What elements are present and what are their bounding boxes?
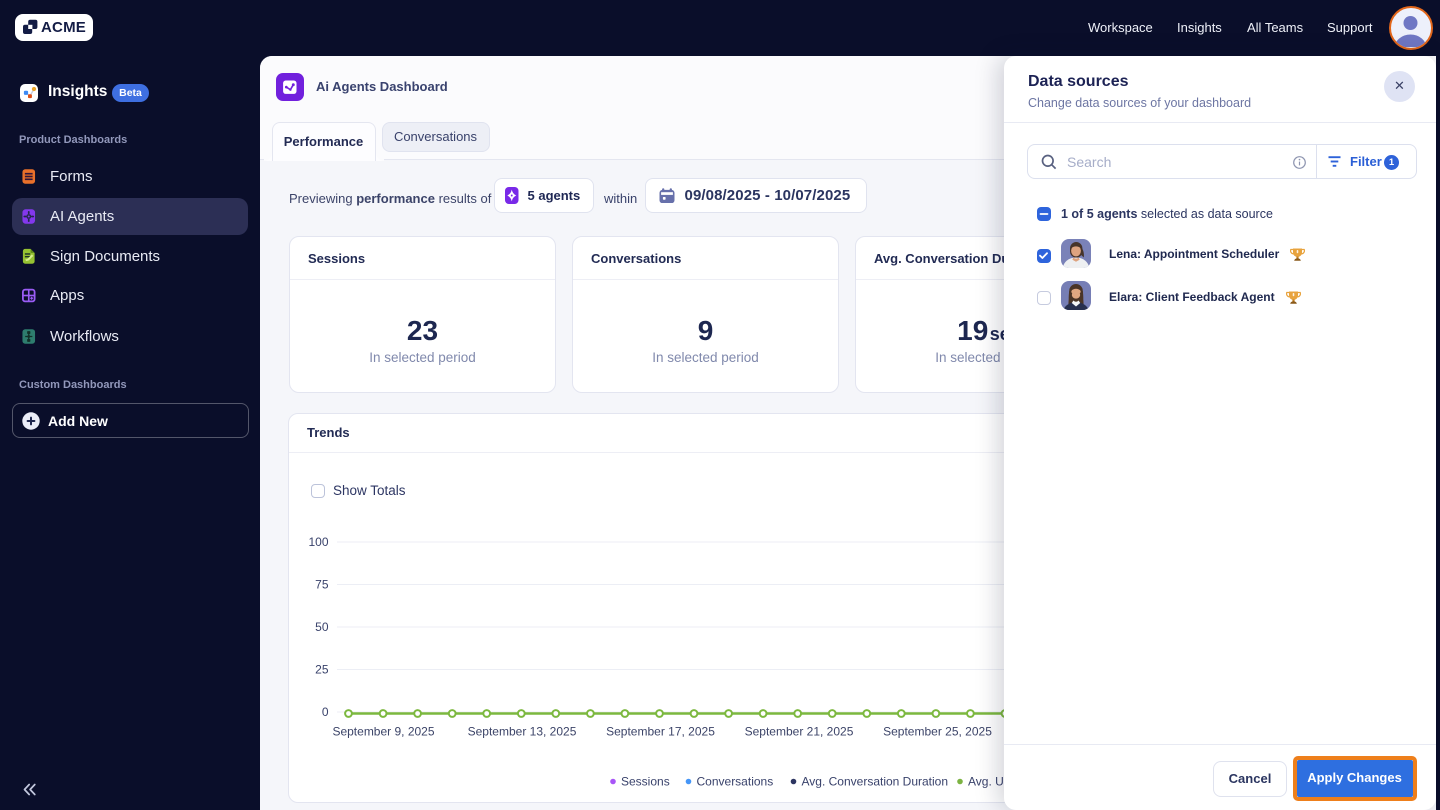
svg-text:September 25, 2025: September 25, 2025 [883, 725, 992, 739]
svg-text:September 21, 2025: September 21, 2025 [745, 725, 854, 739]
svg-text:Sessions: Sessions [621, 775, 670, 789]
svg-text:50: 50 [315, 620, 329, 634]
svg-text:100: 100 [308, 535, 328, 549]
svg-text:September 13, 2025: September 13, 2025 [468, 725, 577, 739]
svg-text:0: 0 [322, 705, 329, 719]
svg-text:25: 25 [315, 663, 329, 677]
svg-text:75: 75 [315, 578, 329, 592]
svg-text:September 9, 2025: September 9, 2025 [332, 725, 434, 739]
svg-text:Avg. Conversation Duration: Avg. Conversation Duration [802, 775, 949, 789]
svg-text:September 17, 2025: September 17, 2025 [606, 725, 715, 739]
svg-text:Conversations: Conversations [697, 775, 774, 789]
